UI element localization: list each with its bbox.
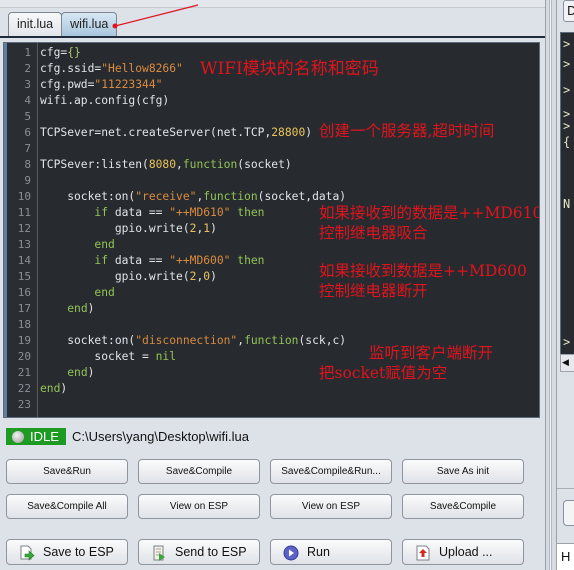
code-line[interactable]: cfg={} bbox=[40, 45, 81, 61]
annotation-disconnect-line1: 监听到客户端断开 bbox=[369, 344, 494, 362]
right-panel-tab[interactable]: D bbox=[563, 0, 574, 22]
status-badge: IDLE bbox=[6, 428, 66, 445]
save-as-init-button[interactable]: Save As init bbox=[402, 459, 524, 484]
line-number: 16 bbox=[17, 286, 31, 299]
line-number: 17 bbox=[17, 302, 31, 315]
send-to-esp-icon bbox=[153, 545, 165, 561]
code-line[interactable]: TCPSever=net.createServer(net.TCP,28800) bbox=[40, 125, 312, 141]
command-input[interactable]: H bbox=[557, 543, 574, 570]
code-line[interactable]: end) bbox=[40, 381, 67, 397]
terminal-prompt: > bbox=[563, 57, 571, 71]
annotation-disconnect-line2: 把socket赋值为空 bbox=[319, 364, 448, 382]
save-run-button[interactable]: Save&Run bbox=[6, 459, 128, 484]
save-to-esp-label: Save to ESP bbox=[43, 545, 114, 559]
code-line[interactable]: socket:on("disconnection",function(sck,c… bbox=[40, 333, 346, 349]
line-number: 13 bbox=[17, 238, 31, 251]
line-number: 20 bbox=[17, 350, 31, 363]
scroll-left-arrow-icon[interactable]: ◀ bbox=[562, 358, 569, 368]
tabs-underline bbox=[0, 36, 545, 38]
run-icon bbox=[283, 545, 299, 561]
line-number: 12 bbox=[17, 222, 31, 235]
send-to-esp-label: Send to ESP bbox=[175, 545, 247, 559]
send-to-esp-button[interactable]: Send to ESP bbox=[138, 539, 260, 565]
line-number: 19 bbox=[17, 334, 31, 347]
run-button[interactable]: Run bbox=[270, 539, 392, 565]
save-compile-button-2[interactable]: Save&Compile bbox=[402, 494, 524, 519]
terminal-text: { bbox=[563, 135, 571, 149]
line-number: 4 bbox=[24, 94, 31, 107]
status-text: IDLE bbox=[30, 429, 59, 444]
line-number: 8 bbox=[24, 158, 31, 171]
annotation-arrow-line bbox=[114, 4, 199, 27]
terminal-output[interactable]: > > > > > { N > bbox=[560, 32, 574, 372]
code-line[interactable]: end bbox=[40, 285, 114, 301]
save-compile-button[interactable]: Save&Compile bbox=[138, 459, 260, 484]
line-number: 21 bbox=[17, 366, 31, 379]
code-line[interactable]: socket = nil bbox=[40, 349, 176, 365]
save-to-esp-icon bbox=[20, 545, 35, 561]
view-on-esp-button-2[interactable]: View on ESP bbox=[270, 494, 392, 519]
line-number: 9 bbox=[24, 174, 31, 187]
save-compile-all-button[interactable]: Save&Compile All bbox=[6, 494, 128, 519]
annotation-md600-line2: 控制继电器断开 bbox=[319, 282, 428, 300]
code-line[interactable]: socket:on("receive",function(socket,data… bbox=[40, 189, 346, 205]
terminal-prompt: > bbox=[563, 37, 571, 51]
tab-wifi-lua[interactable]: wifi.lua bbox=[61, 12, 118, 36]
line-number: 2 bbox=[24, 62, 31, 75]
right-panel-separator bbox=[557, 488, 574, 489]
terminal-prompt: > bbox=[563, 119, 571, 133]
line-number: 10 bbox=[17, 190, 31, 203]
line-number: 18 bbox=[17, 318, 31, 331]
code-line[interactable]: cfg.pwd="11223344" bbox=[40, 77, 162, 93]
save-to-esp-button[interactable]: Save to ESP bbox=[6, 539, 128, 565]
terminal-text: N bbox=[563, 197, 571, 211]
status-led-icon bbox=[12, 431, 24, 443]
code-line[interactable]: cfg.ssid="Hellow8266" bbox=[40, 61, 183, 77]
line-number: 15 bbox=[17, 270, 31, 283]
tab-init-lua[interactable]: init.lua bbox=[8, 12, 63, 36]
line-number: 1 bbox=[24, 46, 31, 59]
upload-icon bbox=[416, 545, 430, 561]
annotation-md610-line2: 控制继电器吸合 bbox=[319, 224, 428, 242]
top-toolbar-strip bbox=[0, 0, 545, 8]
terminal-prompt: > bbox=[563, 335, 571, 349]
right-panel: D > > > > > { N > ◀ H bbox=[557, 0, 574, 570]
line-number-gutter: 1 2 3 4 5 6 7 8 9 10 11 12 13 14 15 16 17 18 19 20 21 22 23 bbox=[7, 43, 38, 417]
upload-label: Upload ... bbox=[439, 545, 493, 559]
line-number: 3 bbox=[24, 78, 31, 91]
terminal-horizontal-scrollbar[interactable]: ◀ bbox=[560, 354, 574, 372]
code-line[interactable]: wifi.ap.config(cfg) bbox=[40, 93, 169, 109]
line-number: 11 bbox=[17, 206, 31, 219]
annotation-md610-line1: 如果接收到的数据是++MD610 bbox=[319, 204, 540, 222]
code-line[interactable]: gpio.write(2,0) bbox=[40, 269, 217, 285]
line-number: 5 bbox=[24, 110, 31, 123]
code-line[interactable]: gpio.write(2,1) bbox=[40, 221, 217, 237]
code-line[interactable]: if data == "++MD600" then bbox=[40, 253, 264, 269]
annotation-md600-line1: 如果接收到数据是++MD600 bbox=[319, 262, 527, 280]
view-on-esp-button[interactable]: View on ESP bbox=[138, 494, 260, 519]
code-line[interactable]: end) bbox=[40, 365, 94, 381]
annotation-server: 创建一个服务器,超时时间 bbox=[319, 122, 495, 140]
line-number: 14 bbox=[17, 254, 31, 267]
run-label: Run bbox=[307, 545, 330, 559]
code-line[interactable]: TCPSever:listen(8080,function(socket) bbox=[40, 157, 292, 173]
panel-splitter[interactable] bbox=[545, 0, 557, 570]
right-panel-button[interactable] bbox=[563, 500, 574, 526]
file-tabs: init.lua wifi.lua bbox=[8, 12, 118, 36]
save-compile-run-button[interactable]: Save&Compile&Run... bbox=[270, 459, 392, 484]
code-line[interactable]: end) bbox=[40, 301, 94, 317]
splitter-handle[interactable] bbox=[549, 0, 552, 570]
file-path: C:\Users\yang\Desktop\wifi.lua bbox=[72, 429, 250, 444]
upload-button[interactable]: Upload ... bbox=[402, 539, 524, 565]
terminal-prompt: > bbox=[563, 83, 571, 97]
line-number: 7 bbox=[24, 142, 31, 155]
code-line[interactable]: end bbox=[40, 237, 114, 253]
annotation-ssid: WIFI模块的名称和密码 bbox=[200, 59, 379, 79]
line-number: 6 bbox=[24, 126, 31, 139]
line-number: 22 bbox=[17, 382, 31, 395]
code-line[interactable]: if data == "++MD610" then bbox=[40, 205, 264, 221]
code-editor[interactable]: 1 2 3 4 5 6 7 8 9 10 11 12 13 14 15 16 17 18 19 20 21 22 23 cf… bbox=[3, 42, 540, 418]
line-number: 23 bbox=[17, 398, 31, 411]
